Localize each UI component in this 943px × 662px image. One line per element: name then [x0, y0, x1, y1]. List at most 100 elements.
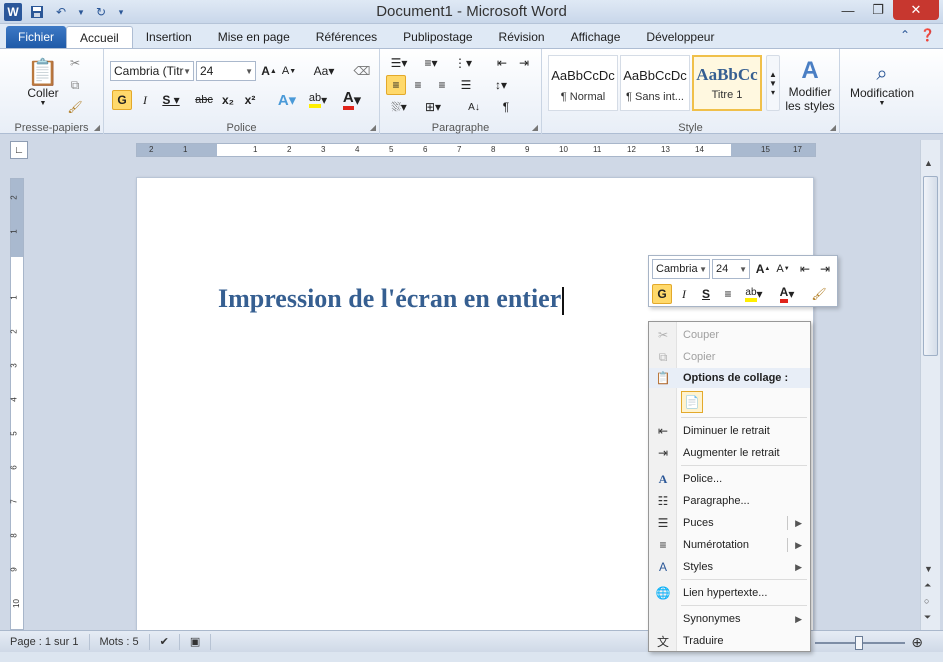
- close-icon[interactable]: ✕: [893, 0, 939, 20]
- menu-item-styles[interactable]: A Styles ▶: [649, 557, 810, 577]
- mini-highlight-button[interactable]: ab ▾: [740, 284, 768, 304]
- tab-layout[interactable]: Mise en page: [205, 26, 303, 48]
- menu-item-decrease-indent[interactable]: ⇤ Diminuer le retrait: [649, 421, 810, 441]
- mini-shrink-font-icon[interactable]: A ▼: [773, 259, 793, 279]
- collapse-ribbon-icon[interactable]: ⌃: [900, 28, 910, 42]
- italic-button[interactable]: I: [136, 90, 154, 110]
- document-heading[interactable]: Impression de l'écran en entier: [218, 284, 565, 316]
- copy-icon[interactable]: ⧉: [66, 76, 84, 94]
- minimize-icon[interactable]: —: [833, 0, 863, 20]
- menu-item-cut[interactable]: ✂ Couper: [649, 325, 810, 345]
- horizontal-ruler[interactable]: 2 1 1 2 3 4 5 6 7 8 9 10 11 12 13 14 15 …: [136, 143, 816, 157]
- proofing-icon[interactable]: ✔: [150, 633, 180, 650]
- numbering-icon[interactable]: ≡▾: [418, 53, 444, 73]
- borders-icon[interactable]: ⊞▾: [420, 97, 446, 117]
- mini-bold-button[interactable]: G: [652, 284, 672, 304]
- menu-item-font[interactable]: A Police...: [649, 469, 810, 489]
- dialog-launcher-icon[interactable]: ◢: [532, 123, 538, 132]
- paste-button[interactable]: 📋 Coller ▼: [24, 53, 62, 111]
- tab-insert[interactable]: Insertion: [133, 26, 205, 48]
- zoom-slider[interactable]: [815, 635, 906, 650]
- increase-indent-icon[interactable]: ⇥: [514, 53, 534, 73]
- menu-item-copy[interactable]: ⧉ Copier: [649, 347, 810, 367]
- tab-review[interactable]: Révision: [486, 26, 558, 48]
- justify-icon[interactable]: ☰: [456, 75, 476, 95]
- tab-references[interactable]: Références: [303, 26, 390, 48]
- menu-item-paragraph[interactable]: ☷ Paragraphe...: [649, 491, 810, 511]
- mini-decrease-indent-icon[interactable]: ⇤: [795, 259, 815, 279]
- vertical-scrollbar[interactable]: ▲ ▼ ⏶ ○ ⏷: [920, 140, 940, 630]
- superscript-button[interactable]: x²: [240, 90, 260, 110]
- scroll-up-icon[interactable]: ▲: [924, 158, 933, 168]
- scroll-down-icon[interactable]: ▼: [924, 564, 933, 574]
- shrink-font-icon[interactable]: A ▼: [280, 61, 298, 81]
- tab-home[interactable]: Accueil: [66, 26, 133, 48]
- font-color-button[interactable]: A ▾: [338, 90, 366, 110]
- align-right-icon[interactable]: ≡: [432, 75, 452, 95]
- menu-item-numbering[interactable]: ≡ Numérotation ▶: [649, 535, 810, 555]
- mini-underline-button[interactable]: S: [696, 284, 716, 304]
- mini-font-name-combo[interactable]: Cambria ▼: [652, 259, 710, 279]
- font-size-combo[interactable]: 24 ▼: [196, 61, 256, 81]
- multilevel-list-icon[interactable]: ⋮▾: [450, 53, 476, 73]
- highlight-color-button[interactable]: ab ▾: [304, 90, 332, 110]
- clear-formatting-icon[interactable]: ⌫: [352, 61, 372, 81]
- dialog-launcher-icon[interactable]: ◢: [830, 123, 836, 132]
- tab-file[interactable]: Fichier: [6, 26, 67, 48]
- align-center-icon[interactable]: ≡: [408, 75, 428, 95]
- bullets-icon[interactable]: ☰▾: [386, 53, 412, 73]
- tab-developer[interactable]: Développeur: [633, 26, 727, 48]
- decrease-indent-icon[interactable]: ⇤: [492, 53, 512, 73]
- menu-item-increase-indent[interactable]: ⇥ Augmenter le retrait: [649, 443, 810, 463]
- editing-button[interactable]: ⌕ Modification ▼: [846, 53, 918, 117]
- dialog-launcher-icon[interactable]: ◢: [94, 123, 100, 132]
- line-spacing-icon[interactable]: ↕▾: [488, 75, 514, 95]
- macro-icon[interactable]: ▣: [180, 633, 212, 650]
- format-painter-icon[interactable]: 🖌: [66, 98, 84, 116]
- text-effects-icon[interactable]: A▾: [274, 90, 300, 110]
- mini-italic-button[interactable]: I: [674, 284, 694, 304]
- scroll-thumb[interactable]: [923, 176, 938, 356]
- help-icon[interactable]: ❓: [920, 28, 935, 42]
- cut-icon[interactable]: ✂: [66, 54, 84, 72]
- maximize-icon[interactable]: ❐: [863, 0, 893, 20]
- mini-format-painter-icon[interactable]: 🖌: [809, 284, 829, 304]
- browse-object-icon[interactable]: ○: [924, 596, 929, 606]
- mini-font-size-combo[interactable]: 24 ▼: [712, 259, 750, 279]
- dialog-launcher-icon[interactable]: ◢: [370, 123, 376, 132]
- change-case-icon[interactable]: Aa▾: [310, 61, 338, 81]
- zoom-in-icon[interactable]: ⊕: [911, 634, 923, 651]
- menu-item-hyperlink[interactable]: 🌐 Lien hypertexte...: [649, 583, 810, 603]
- style-normal[interactable]: AaBbCcDc ¶ Normal: [548, 55, 618, 111]
- vertical-ruler[interactable]: 2 1 1 2 3 4 5 6 7 8 9 10: [10, 178, 24, 630]
- sort-icon[interactable]: A↓: [464, 97, 484, 117]
- menu-item-synonyms[interactable]: Synonymes ▶: [649, 609, 810, 629]
- menu-item-bullets[interactable]: ☰ Puces ▶: [649, 513, 810, 533]
- zoom-slider-knob[interactable]: [855, 635, 864, 650]
- paste-keep-formatting-icon[interactable]: 📄: [681, 391, 703, 413]
- show-formatting-icon[interactable]: ¶: [496, 97, 516, 117]
- grow-font-icon[interactable]: A ▲: [260, 61, 278, 81]
- shading-icon[interactable]: ⛆▾: [386, 97, 412, 117]
- underline-button[interactable]: S ▾: [158, 90, 184, 110]
- mini-increase-indent-icon[interactable]: ⇥: [815, 259, 835, 279]
- change-styles-button[interactable]: A Modifier les styles: [782, 53, 838, 117]
- align-left-icon[interactable]: ≡: [386, 75, 406, 95]
- mini-center-icon[interactable]: ≡: [718, 284, 738, 304]
- strikethrough-button[interactable]: abc: [192, 90, 216, 110]
- styles-gallery-scroll[interactable]: ▲ ▼ ▾: [766, 55, 780, 111]
- word-count[interactable]: Mots : 5: [90, 633, 150, 650]
- tab-view[interactable]: Affichage: [558, 26, 634, 48]
- mini-font-color-button[interactable]: A ▾: [773, 284, 801, 304]
- tab-selector-icon[interactable]: ∟: [10, 141, 28, 159]
- page-count[interactable]: Page : 1 sur 1: [0, 633, 90, 650]
- subscript-button[interactable]: x₂: [218, 90, 238, 110]
- previous-page-icon[interactable]: ⏶: [924, 580, 931, 591]
- style-no-spacing[interactable]: AaBbCcDc ¶ Sans int...: [620, 55, 690, 111]
- next-page-icon[interactable]: ⏷: [924, 612, 931, 623]
- font-name-combo[interactable]: Cambria (Titre ▼: [110, 61, 194, 81]
- mini-grow-font-icon[interactable]: A ▲: [753, 259, 773, 279]
- style-heading-1[interactable]: AaBbCc Titre 1: [692, 55, 762, 111]
- bold-button[interactable]: G: [112, 90, 132, 110]
- menu-item-translate[interactable]: 文 Traduire: [649, 631, 810, 651]
